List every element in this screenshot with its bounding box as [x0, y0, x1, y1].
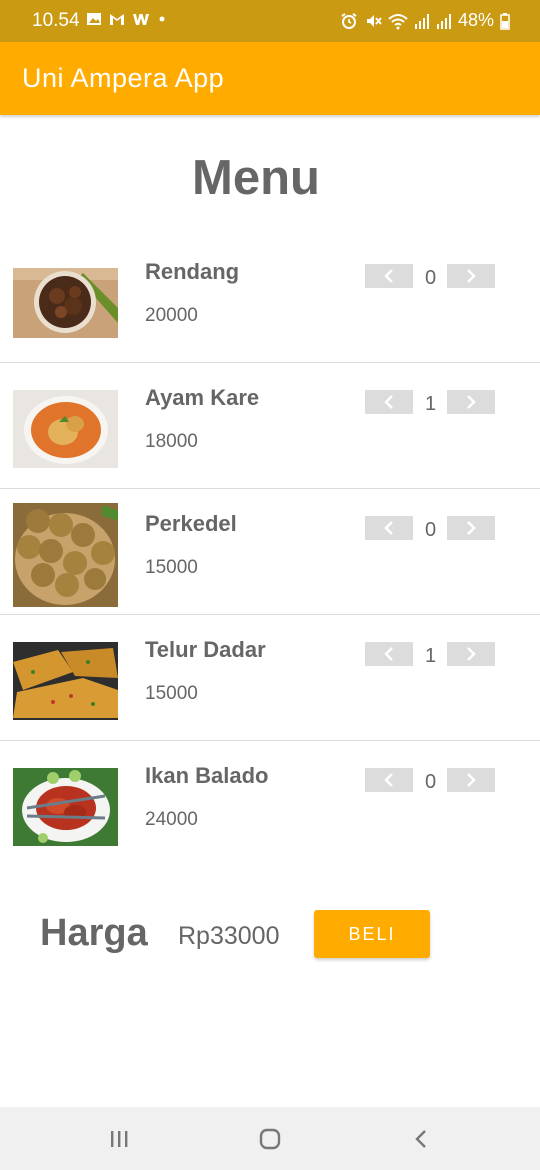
status-time: 10.54 — [32, 10, 80, 31]
app-title: Uni Ampera App — [22, 63, 225, 93]
app-bar: Uni Ampera App — [0, 42, 540, 115]
ayam-kare-image — [13, 390, 118, 468]
increment-button[interactable] — [447, 390, 495, 414]
chevron-left-icon — [384, 647, 393, 661]
home-button[interactable] — [255, 1125, 285, 1153]
signal-icon — [436, 13, 451, 29]
food-price: 15000 — [145, 557, 198, 578]
increment-button[interactable] — [447, 642, 495, 666]
decrement-button[interactable] — [365, 516, 413, 540]
food-name: Perkedel — [145, 511, 237, 536]
decrement-button[interactable] — [365, 390, 413, 414]
w-icon — [133, 14, 149, 25]
quantity-value: 1 — [424, 645, 437, 667]
buy-button[interactable]: BELI — [314, 910, 430, 958]
status-bar: 10.54 48% — [0, 0, 540, 42]
menu-item-ikan-balado: Ikan Balado 24000 0 — [0, 741, 540, 867]
total-price: Rp33000 — [178, 922, 280, 950]
chevron-right-icon — [467, 269, 476, 283]
decrement-button[interactable] — [365, 768, 413, 792]
chevron-left-icon — [384, 269, 393, 283]
food-price: 18000 — [145, 431, 198, 452]
mute-icon — [366, 14, 382, 27]
menu-item-telur-dadar: Telur Dadar 15000 1 — [0, 615, 540, 741]
wifi-icon — [388, 13, 408, 29]
quantity-value: 0 — [424, 519, 437, 541]
food-price: 15000 — [145, 683, 198, 704]
chevron-right-icon — [467, 395, 476, 409]
chevron-left-icon — [384, 395, 393, 409]
chevron-right-icon — [467, 521, 476, 535]
decrement-button[interactable] — [365, 264, 413, 288]
back-button[interactable] — [406, 1125, 436, 1153]
chevron-left-icon — [384, 521, 393, 535]
home-icon — [259, 1128, 281, 1150]
quantity-value: 0 — [424, 267, 437, 289]
signal-icon — [414, 13, 429, 29]
status-right-icons: 48% — [340, 10, 510, 31]
chevron-right-icon — [467, 773, 476, 787]
food-price: 24000 — [145, 809, 198, 830]
battery-icon — [500, 12, 510, 30]
perkedel-image — [13, 503, 118, 607]
increment-button[interactable] — [447, 516, 495, 540]
status-left-icons — [86, 10, 168, 28]
telur-dadar-image — [13, 642, 118, 720]
gmail-icon — [110, 14, 124, 25]
recents-icon — [111, 1131, 128, 1147]
chevron-right-icon — [467, 647, 476, 661]
ikan-balado-image — [13, 768, 118, 846]
food-name: Telur Dadar — [145, 637, 266, 662]
food-name: Rendang — [145, 259, 240, 284]
increment-button[interactable] — [447, 768, 495, 792]
food-name: Ayam Kare — [145, 385, 260, 410]
image-icon — [87, 13, 101, 25]
quantity-value: 1 — [424, 393, 437, 415]
menu-item-perkedel: Perkedel 15000 0 — [0, 489, 540, 615]
battery-percent: 48% — [457, 10, 494, 30]
system-nav-bar — [0, 1107, 540, 1170]
decrement-button[interactable] — [365, 642, 413, 666]
quantity-value: 0 — [424, 771, 437, 793]
alarm-icon — [341, 12, 357, 29]
rendang-image — [13, 268, 118, 346]
dot-icon — [159, 16, 165, 22]
page-title: Menu — [192, 151, 320, 205]
food-name: Ikan Balado — [145, 763, 269, 788]
harga-label: Harga — [40, 912, 148, 954]
recents-button[interactable] — [104, 1125, 134, 1153]
chevron-left-icon — [384, 773, 393, 787]
food-price: 20000 — [145, 305, 198, 326]
menu-item-ayam-kare: Ayam Kare 18000 1 — [0, 363, 540, 489]
increment-button[interactable] — [447, 264, 495, 288]
back-icon — [415, 1130, 426, 1148]
menu-item-rendang: Rendang 20000 0 — [0, 237, 540, 363]
